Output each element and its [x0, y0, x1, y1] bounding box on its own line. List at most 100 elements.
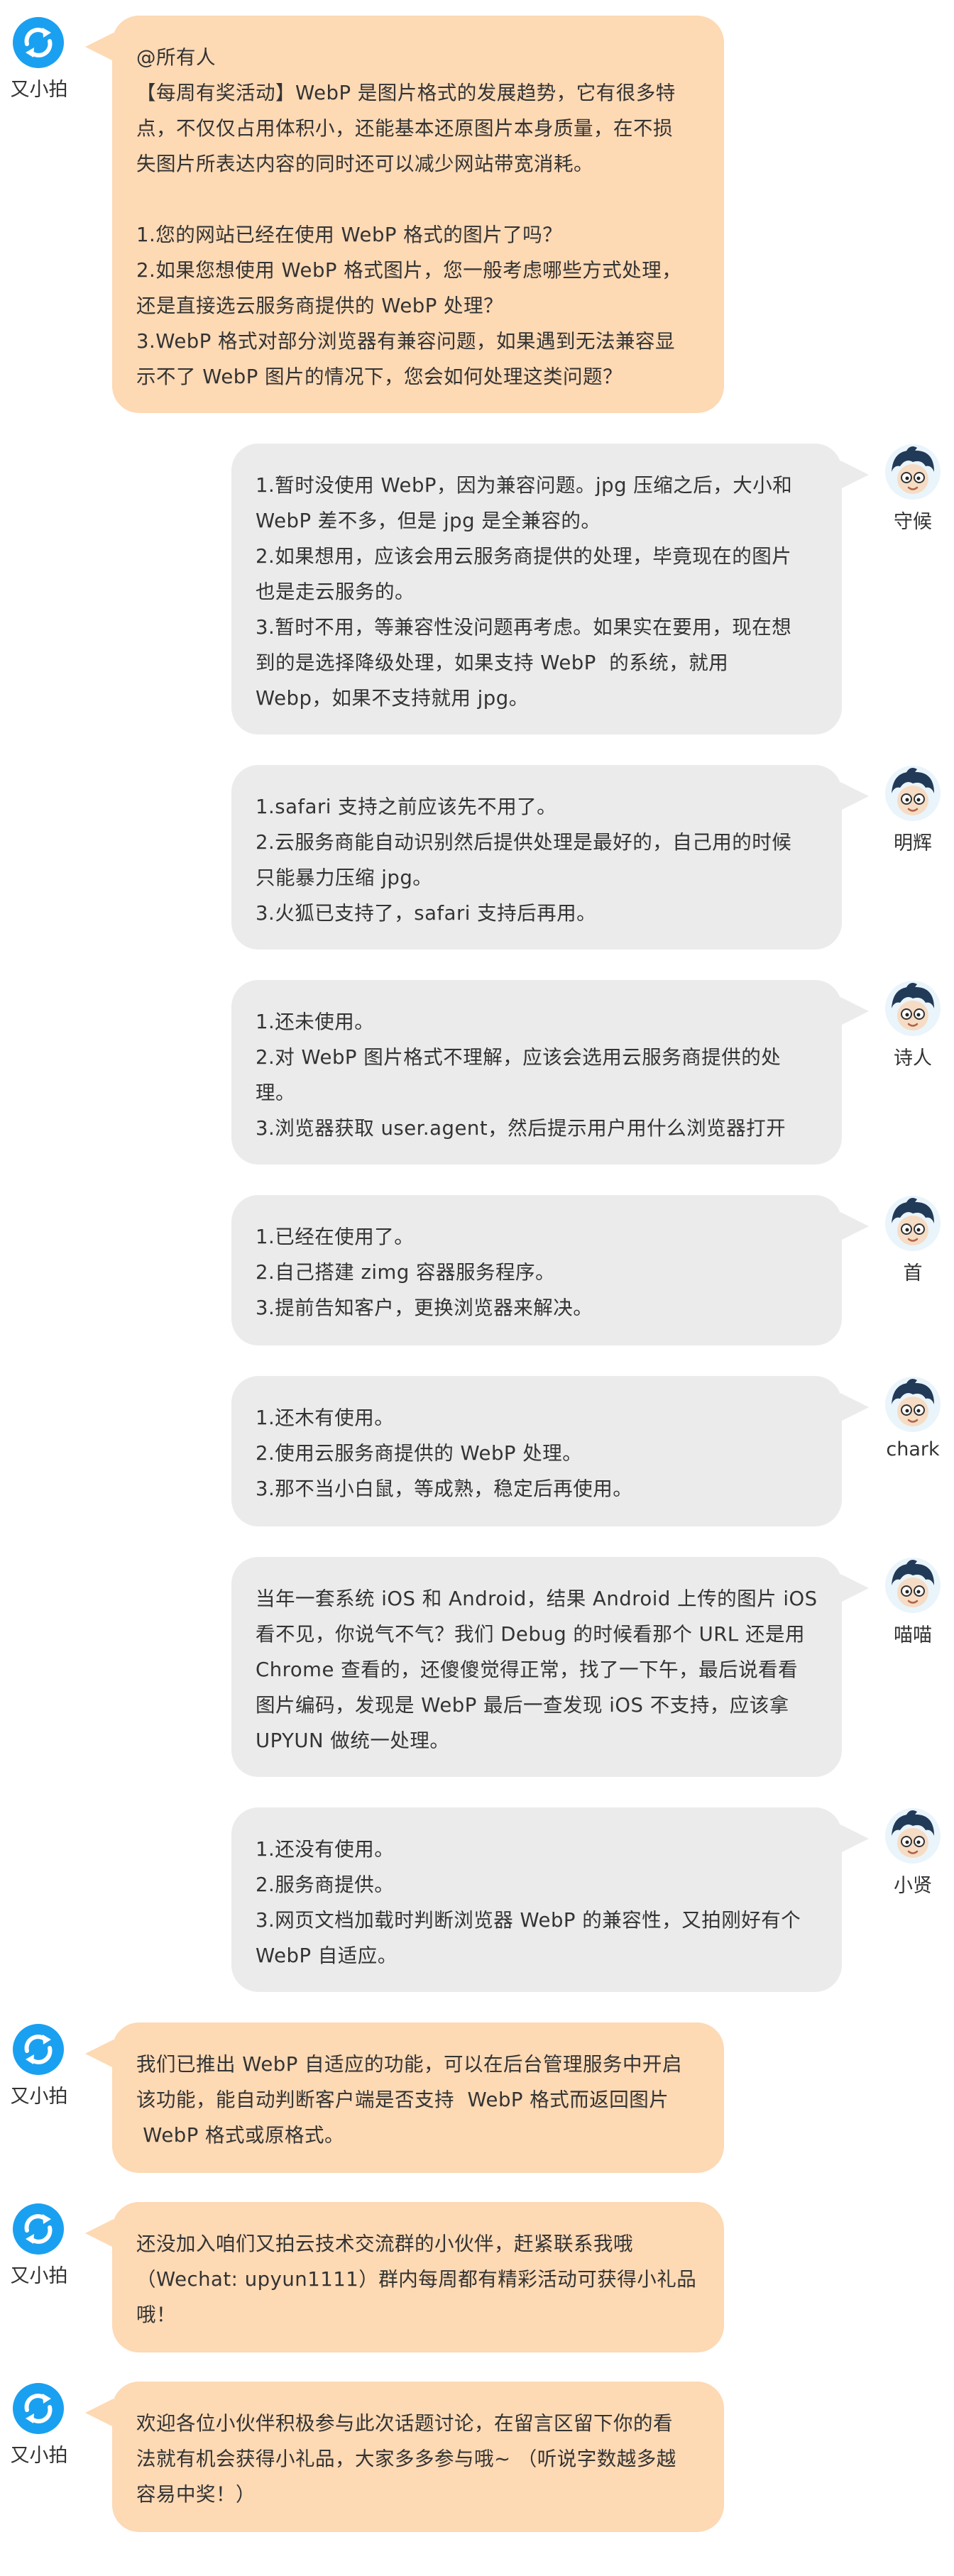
bubble-tail	[840, 461, 869, 489]
user-avatar-icon	[884, 980, 941, 1040]
bubble-tail	[840, 1574, 869, 1602]
message-line: 1.还木有使用。	[256, 1407, 395, 1429]
message-line: 法就有机会获得小礼品，大家多多参与哦~ （听说字数越多越	[136, 2448, 676, 2470]
message-line: 【每周有奖活动】WebP 是图片格式的发展趋势，它有很多特	[136, 82, 676, 104]
message-line: 还没加入咱们又拍云技术交流群的小伙伴，赶紧联系我哦	[136, 2233, 633, 2255]
message-line	[136, 182, 700, 217]
message-line: 2.如果您想使用 WebP 格式图片，您一般考虑哪些方式处理，	[136, 259, 682, 282]
message-line: Chrome 查看的，还傻傻觉得正常，找了一下午，最后说看看	[256, 1658, 799, 1681]
upyun-logo-icon	[11, 2382, 65, 2438]
message-line: 1.您的网站已经在使用 WebP 格式的图片了吗？	[136, 224, 563, 246]
upyun-logo-icon	[11, 2022, 65, 2079]
message-line: 1.已经在使用了。	[256, 1226, 415, 1248]
sender-name: 小贤	[894, 1875, 932, 1897]
message-line: 1.safari 支持之前应该先不用了。	[256, 796, 557, 818]
user-avatar-icon	[884, 1807, 941, 1867]
sender-name: 又小拍	[10, 2445, 68, 2467]
message-bubble: @所有人【每周有奖活动】WebP 是图片格式的发展趋势，它有很多特 点，不仅仅占用…	[112, 16, 724, 413]
message-bubble: 我们已推出 WebP 自适应的功能，可以在后台管理服务中开启 该功能，能自动判断客…	[112, 2022, 724, 2173]
message-line: WebP 格式或原格式。	[136, 2124, 345, 2147]
message-line: 图片编码，发现是 WebP 最后一查发现 iOS 不支持，应该拿	[256, 1694, 789, 1717]
message-line: 示不了 WebP 图片的情况下，您会如何处理这类问题？	[136, 365, 623, 388]
message-row: 喵喵 当年一套系统 iOS 和 Android，结果 Android 上传的图片 …	[0, 1557, 954, 1784]
message-row: 首 1.已经在使用了。 2.自己搭建 zimg 容器服务程序。 3.提前告知客户，更换…	[0, 1195, 954, 1353]
message-line: 3.暂时不用，等兼容性没问题再考虑。如果实在要用，现在想	[256, 616, 792, 639]
message-line: 哦！	[136, 2303, 176, 2326]
sender-name: 首	[903, 1262, 923, 1284]
message-line: 2.对 WebP 图片格式不理解，应该会选用云服务商提供的处	[256, 1046, 782, 1069]
sender-name: chark	[886, 1438, 940, 1460]
message-bubble: 1.还未使用。 2.对 WebP 图片格式不理解，应该会选用云服务商提供的处 理。 3…	[231, 980, 842, 1165]
message-bubble: 1.暂时没使用 WebP，因为兼容问题。jpg 压缩之后，大小和 WebP 差不多…	[231, 444, 842, 734]
message-line: UPYUN 做统一处理。	[256, 1729, 450, 1752]
message-bubble: 1.safari 支持之前应该先不用了。 2.云服务商能自动识别然后提供处理是最好…	[231, 765, 842, 950]
message-row: 小贤 1.还没有使用。 2.服务商提供。 3.网页文档加载时判断浏览器 WebP 的兼…	[0, 1807, 954, 1999]
message-line: WebP 差不多，但是 jpg 是全兼容的。	[256, 510, 601, 532]
message-line: @所有人	[136, 46, 216, 69]
message-line: 还是直接选云服务商提供的 WebP 处理？	[136, 295, 504, 317]
sender-name: 守候	[894, 511, 932, 533]
bubble-tail	[840, 782, 869, 810]
message-line: 2.如果想用，应该会用云服务商提供的处理，毕竟现在的图片	[256, 545, 792, 568]
bubble-tail	[85, 33, 114, 61]
message-line: 该功能，能自动判断客户端是否支持 WebP 格式而返回图片	[136, 2088, 669, 2111]
message-line: 2.服务商提供。	[256, 1873, 395, 1896]
message-line: WebP 自适应。	[256, 1944, 398, 1967]
message-line: 我们已推出 WebP 自适应的功能，可以在后台管理服务中开启	[136, 2053, 683, 2076]
message-line: 也是走云服务的。	[256, 580, 415, 603]
message-row: 守候 1.暂时没使用 WebP，因为兼容问题。jpg 压缩之后，大小和 WebP 差…	[0, 444, 954, 742]
user-avatar-icon	[884, 1195, 941, 1255]
message-line: 容易中奖！）	[136, 2483, 256, 2506]
sender-name: 明辉	[894, 832, 932, 854]
sender-name: 又小拍	[10, 79, 68, 101]
bubble-tail	[85, 2219, 114, 2247]
message-line: 1.还没有使用。	[256, 1838, 395, 1861]
upyun-logo-icon	[11, 2202, 65, 2259]
user-avatar-icon	[884, 765, 941, 825]
message-line: 2.自己搭建 zimg 容器服务程序。	[256, 1261, 556, 1284]
message-line: 失图片所表达内容的同时还可以减少网站带宽消耗。	[136, 153, 593, 175]
message-line: 3.提前告知客户，更换浏览器来解决。	[256, 1297, 593, 1319]
bubble-tail	[840, 1212, 869, 1240]
message-row: 又小拍 我们已推出 WebP 自适应的功能，可以在后台管理服务中开启 该功能，能自动…	[0, 2022, 954, 2180]
message-bubble: 还没加入咱们又拍云技术交流群的小伙伴，赶紧联系我哦 （Wechat: upyun1…	[112, 2202, 724, 2352]
message-row: 又小拍 @所有人【每周有奖活动】WebP 是图片格式的发展趋势，它有很多特 点，不仅…	[0, 16, 954, 420]
sender-name: 诗人	[894, 1047, 932, 1069]
message-line: 3.网页文档加载时判断浏览器 WebP 的兼容性，又拍刚好有个	[256, 1909, 801, 1932]
message-bubble: 1.已经在使用了。 2.自己搭建 zimg 容器服务程序。 3.提前告知客户，更换浏…	[231, 1195, 842, 1345]
message-row: 明辉 1.safari 支持之前应该先不用了。 2.云服务商能自动识别然后提供处理是…	[0, 765, 954, 957]
message-line: 1.暂时没使用 WebP，因为兼容问题。jpg 压缩之后，大小和	[256, 474, 793, 497]
sender-name: 喵喵	[894, 1624, 932, 1646]
message-line: 欢迎各位小伙伴积极参与此次话题讨论，在留言区留下你的看	[136, 2412, 673, 2435]
user-avatar-icon	[884, 444, 941, 503]
message-line: 1.还未使用。	[256, 1011, 375, 1033]
bubble-tail	[840, 1824, 869, 1853]
message-line: 2.使用云服务商提供的 WebP 处理。	[256, 1442, 583, 1465]
message-row: chark 1.还木有使用。 2.使用云服务商提供的 WebP 处理。 3.那不当小白…	[0, 1376, 954, 1534]
message-row: 诗人 1.还未使用。 2.对 WebP 图片格式不理解，应该会选用云服务商提供的处理…	[0, 980, 954, 1172]
upyun-logo-icon	[11, 16, 65, 72]
message-row: 又小拍 欢迎各位小伙伴积极参与此次话题讨论，在留言区留下你的看 法就有机会获得小礼品…	[0, 2382, 954, 2539]
message-line: 到的是选择降级处理，如果支持 WebP 的系统，就用	[256, 651, 729, 674]
message-row: 又小拍 还没加入咱们又拍云技术交流群的小伙伴，赶紧联系我哦 （Wechat: upy…	[0, 2202, 954, 2360]
message-line: 3.那不当小白鼠，等成熟，稳定后再使用。	[256, 1477, 633, 1500]
user-avatar-icon	[884, 1557, 941, 1617]
message-line: （Wechat: upyun1111）群内每周都有精彩活动可获得小礼品	[136, 2268, 697, 2291]
message-line: Webp，如果不支持就用 jpg。	[256, 687, 529, 710]
message-bubble: 1.还没有使用。 2.服务商提供。 3.网页文档加载时判断浏览器 WebP 的兼容性…	[231, 1807, 842, 1992]
message-line: 3.浏览器获取 user.agent，然后提示用户用什么浏览器打开	[256, 1117, 786, 1140]
sender-name: 又小拍	[10, 2265, 68, 2287]
message-line: 只能暴力压缩 jpg。	[256, 866, 433, 889]
message-line: 3.火狐已支持了，safari 支持后再用。	[256, 902, 597, 925]
message-line: 2.云服务商能自动识别然后提供处理是最好的，自己用的时候	[256, 831, 792, 854]
bubble-tail	[840, 1393, 869, 1421]
user-avatar-icon	[884, 1376, 941, 1436]
message-line: 点，不仅仅占用体积小，还能基本还原图片本身质量，在不损	[136, 117, 673, 140]
message-bubble: 欢迎各位小伙伴积极参与此次话题讨论，在留言区留下你的看 法就有机会获得小礼品，大家…	[112, 2382, 724, 2532]
message-line: 理。	[256, 1081, 295, 1104]
bubble-tail	[85, 2399, 114, 2427]
bubble-tail	[85, 2040, 114, 2068]
message-line: 当年一套系统 iOS 和 Android，结果 Android 上传的图片 iO…	[256, 1587, 818, 1610]
message-line: 3.WebP 格式对部分浏览器有兼容问题，如果遇到无法兼容显	[136, 330, 676, 353]
message-bubble: 当年一套系统 iOS 和 Android，结果 Android 上传的图片 iO…	[231, 1557, 842, 1777]
